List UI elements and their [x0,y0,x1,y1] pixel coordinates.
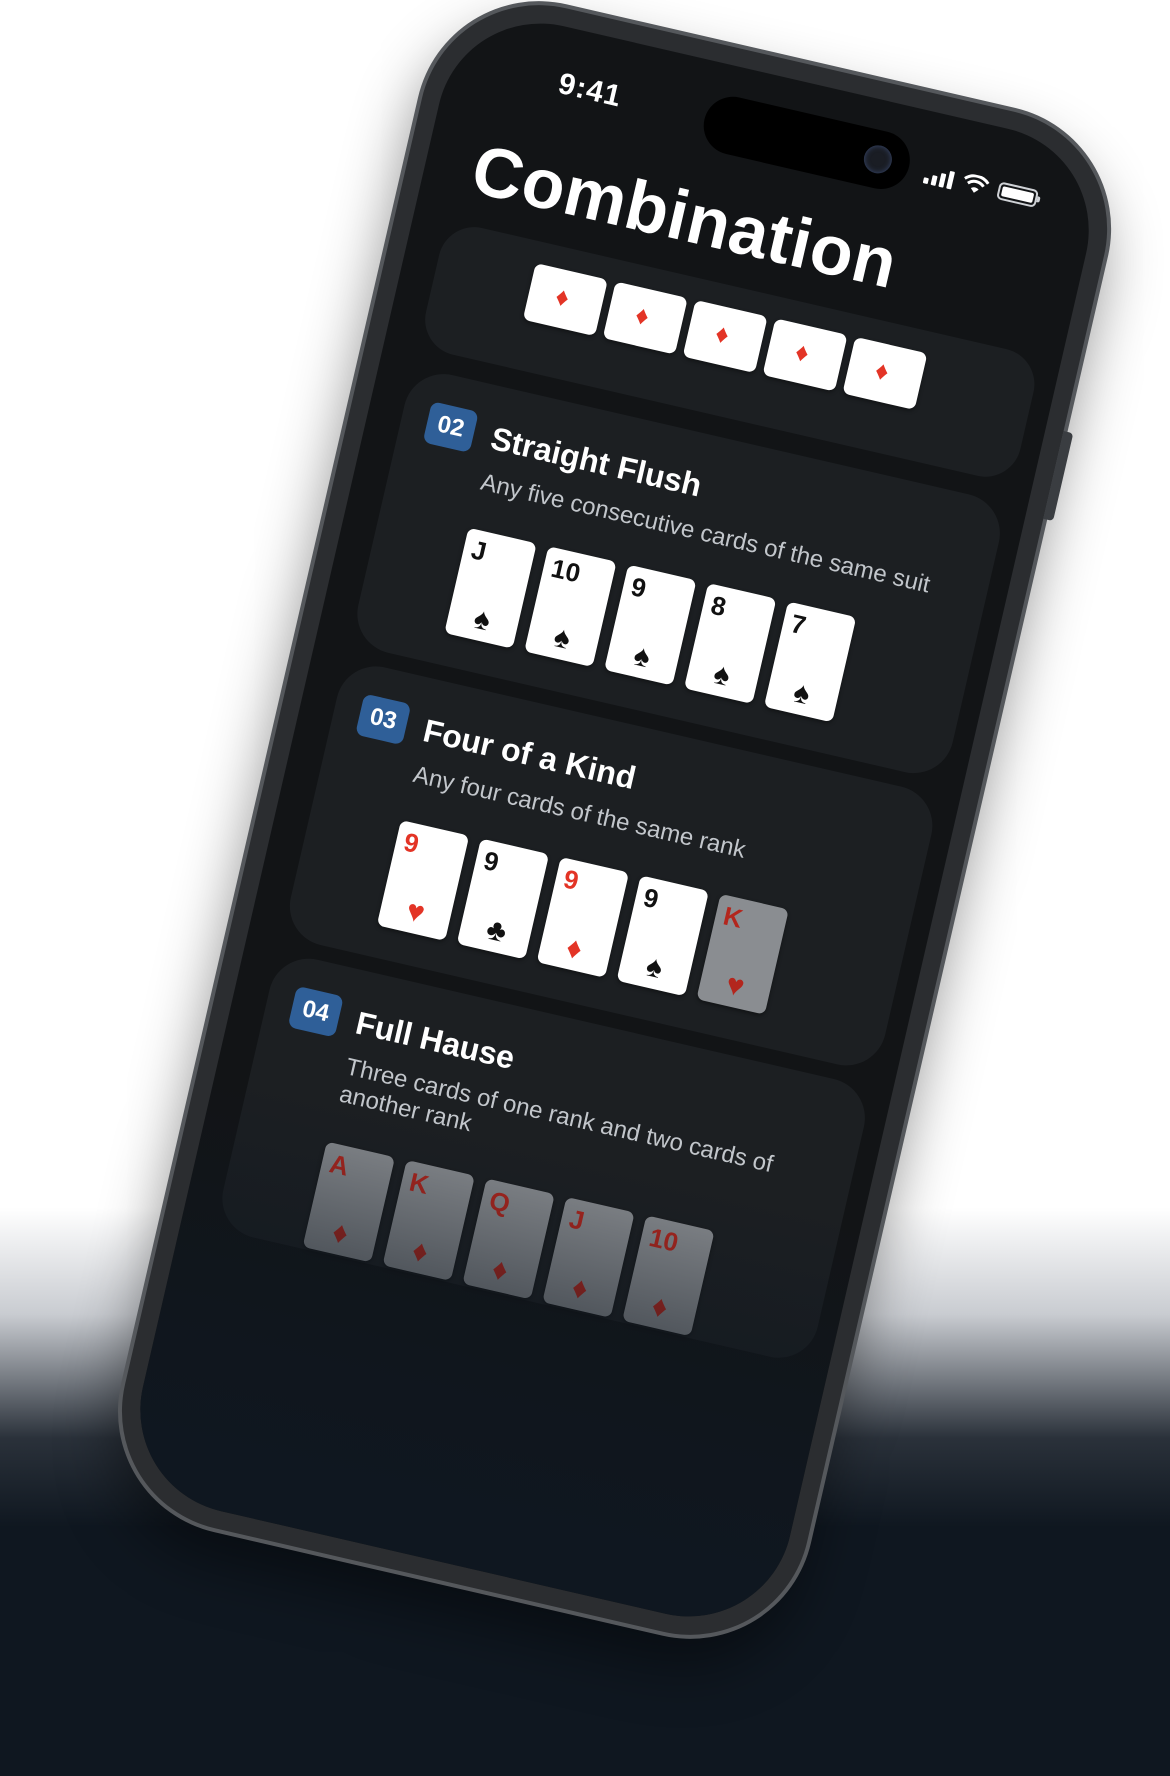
status-icons [922,164,1040,209]
spade-suit-icon: ♠ [630,638,654,675]
spade-suit-icon: ♠ [790,675,814,712]
playing-card: 9 ♠ [616,875,709,997]
card-rank: 9 [628,571,650,604]
diamond-suit-icon: ♦ [632,299,653,332]
phone-frame: 9:41 Combination ♦ ♦ ♦ ♦ ♦ 02 Straight Flush A… [98,0,1132,1659]
playing-card: 7 ♠ [763,601,857,723]
playing-card: 8 ♠ [683,583,777,704]
playing-card: 9 ♣ [456,838,550,960]
card-rank: 9 [400,826,422,860]
camera-icon [861,142,895,177]
diamond-suit-icon: ♦ [872,354,892,387]
diamond-suit-icon: ♦ [792,336,813,369]
diamond-suit-icon: ♦ [552,280,573,314]
playing-card: K ♥ [696,893,789,1015]
diamond-suit-icon: ♦ [563,930,586,967]
card-rank: 8 [708,589,730,623]
playing-card: ♦ [762,318,848,392]
diamond-suit-icon: ♦ [568,1270,592,1307]
stage: 9:41 Combination ♦ ♦ ♦ ♦ ♦ 02 Straight Flush A… [0,0,1170,1776]
card-rank: 10 [646,1221,682,1258]
status-time: 9:41 [555,67,625,114]
diamond-suit-icon: ♦ [712,317,733,350]
playing-card: 9 ♦ [536,856,630,978]
combination-number-badge: 02 [422,401,479,453]
card-rank: K [720,900,746,934]
diamond-suit-icon: ♦ [329,1215,352,1252]
playing-card: 10 ♦ [622,1215,715,1337]
wifi-icon [964,174,990,193]
card-rank: 9 [480,845,502,878]
combination-number-badge: 04 [287,985,344,1038]
card-rank: Q [486,1185,514,1219]
heart-suit-icon: ♥ [403,894,429,931]
spade-suit-icon: ♠ [710,657,734,693]
card-rank: J [468,534,490,567]
diamond-suit-icon: ♦ [488,1252,512,1289]
card-rank: 9 [560,863,582,897]
card-rank: J [566,1203,588,1237]
card-rank: 10 [548,552,584,589]
dynamic-island [697,91,916,195]
playing-card: ♦ [602,281,688,355]
phone-screen: 9:41 Combination ♦ ♦ ♦ ♦ ♦ 02 Straight Flush A… [119,2,1110,1638]
card-rank: 7 [788,608,809,641]
playing-card: Q ♦ [462,1178,555,1300]
cellular-signal-icon [922,164,956,190]
side-button [1043,431,1074,521]
battery-icon [996,181,1040,208]
playing-card: 10 ♠ [524,546,617,668]
combination-number-badge: 03 [355,693,412,746]
diamond-suit-icon: ♦ [408,1234,432,1270]
card-rank: K [406,1166,432,1201]
playing-card: A ♦ [302,1141,396,1263]
playing-card: ♦ [842,336,928,410]
playing-card: J ♦ [542,1196,635,1318]
playing-card: K ♦ [382,1159,475,1281]
club-suit-icon: ♣ [483,912,510,950]
playing-card: J ♠ [444,527,537,649]
playing-card: ♦ [682,299,768,374]
spade-suit-icon: ♠ [642,949,666,986]
spade-suit-icon: ♠ [470,601,494,638]
diamond-suit-icon: ♦ [648,1289,671,1325]
playing-card: ♦ [522,263,608,337]
spade-suit-icon: ♠ [550,620,574,656]
card-rank: A [326,1148,352,1182]
card-rank: 9 [640,881,662,915]
playing-card: 9 ♠ [604,564,697,686]
heart-suit-icon: ♥ [722,967,748,1004]
playing-card: 9 ♥ [376,819,470,941]
